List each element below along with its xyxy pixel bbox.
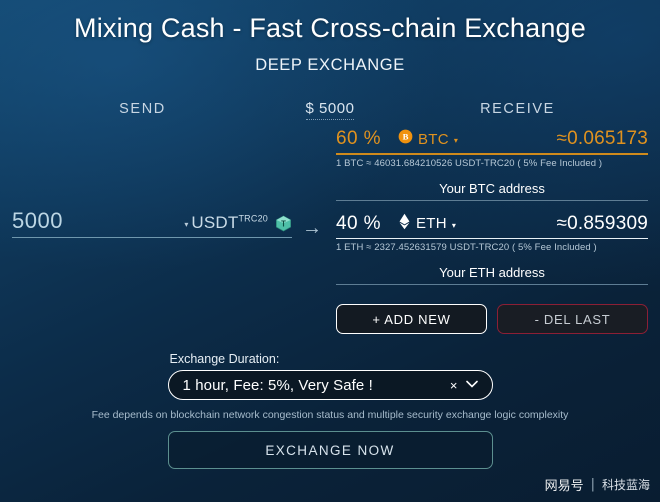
eth-approx-amount: ≈0.859309: [556, 212, 648, 234]
exchange-now-button[interactable]: EXCHANGE NOW: [167, 431, 493, 469]
eth-percent-underline: [336, 237, 398, 239]
watermark-channel: 科技蓝海: [601, 478, 650, 492]
exchange-duration-label: Exchange Duration:: [169, 352, 280, 366]
exchange-duration-section: Exchange Duration: 1 hour, Fee: 5%, Very…: [167, 352, 493, 400]
btc-rate-text: 1 BTC ≈ 46031.684210526 USDT-TRC20 ( 5% …: [336, 157, 603, 169]
receive-row-eth-main: 40 % ETH ▾ ≈0.859309: [336, 211, 648, 238]
column-headers: SEND $ 5000 RECEIVE: [0, 100, 660, 120]
btc-icon: B: [398, 129, 413, 149]
send-label: SEND: [119, 101, 166, 117]
eth-coin-name: ETH: [416, 215, 447, 232]
page-title: Mixing Cash - Fast Cross-chain Exchange: [74, 13, 586, 43]
exchange-body: 5000 ▾ USDTTRC20 T → 60 % B BTC ▾ ≈0.065…: [0, 124, 660, 334]
eth-amount-underline: [398, 237, 648, 239]
btc-amount-underline: [398, 153, 648, 155]
usd-amount-label: $ 5000: [305, 100, 355, 120]
eth-address-underline: [336, 284, 648, 285]
fee-note: Fee depends on blockchain network conges…: [91, 409, 569, 421]
btc-coin-selector[interactable]: B BTC ▾: [398, 129, 557, 149]
exchange-duration-select[interactable]: 1 hour, Fee: 5%, Very Safe ! ×: [167, 370, 493, 400]
chevron-down-icon: ▾: [451, 220, 456, 230]
eth-coin-selector[interactable]: ETH ▾: [398, 213, 557, 235]
receive-row-eth: 40 % ETH ▾ ≈0.859309 1 ETH ≈ 2327.452631…: [336, 211, 648, 285]
exchange-page: Mixing Cash - Fast Cross-chain Exchange …: [0, 0, 660, 502]
send-column-header: SEND: [0, 100, 285, 118]
eth-percent[interactable]: 40 %: [336, 213, 398, 235]
watermark-brand: 网易号: [544, 479, 584, 494]
btc-approx-amount: ≈0.065173: [556, 128, 648, 149]
receive-row-btc: 60 % B BTC ▾ ≈0.065173 1 BTC ≈ 46031.684…: [336, 126, 648, 201]
svg-text:T: T: [281, 219, 286, 228]
send-token-selector[interactable]: ▾ USDTTRC20 T: [184, 213, 292, 234]
svg-text:B: B: [403, 132, 409, 142]
send-token-network: TRC20: [238, 213, 268, 224]
btc-address-underline: [336, 199, 648, 201]
exchange-duration-value: 1 hour, Fee: 5%, Very Safe !: [182, 376, 373, 394]
btc-percent[interactable]: 60 %: [336, 128, 398, 150]
receive-column-header: RECEIVE: [375, 100, 660, 118]
usdt-token-icon: T: [275, 215, 292, 232]
send-amount-input[interactable]: 5000: [12, 208, 63, 234]
watermark: 网易号 | 科技蓝海: [545, 475, 650, 494]
send-input-field[interactable]: 5000 ▾ USDTTRC20 T: [12, 208, 292, 238]
del-last-button[interactable]: - DEL LAST: [497, 304, 648, 334]
page-subtitle: DEEP EXCHANGE: [255, 56, 405, 74]
send-panel: 5000 ▾ USDTTRC20 T: [0, 124, 300, 334]
row-action-buttons: + ADD NEW - DEL LAST: [336, 304, 648, 334]
btc-coin-name: BTC: [418, 130, 449, 148]
arrow-right-icon: →: [302, 217, 322, 239]
btc-address-input[interactable]: Your BTC address: [336, 181, 648, 200]
chevron-down-icon: ▾: [453, 136, 458, 145]
add-new-button[interactable]: + ADD NEW: [336, 304, 487, 334]
receive-panel: 60 % B BTC ▾ ≈0.065173 1 BTC ≈ 46031.684…: [336, 124, 660, 334]
eth-address-input[interactable]: Your ETH address: [336, 265, 648, 284]
chevron-down-icon: ▾: [184, 220, 189, 229]
clear-icon[interactable]: ×: [450, 378, 458, 393]
amount-column-header: $ 5000: [285, 100, 375, 120]
receive-label: RECEIVE: [480, 101, 555, 117]
eth-underlines: [336, 237, 648, 239]
direction-arrow: →: [300, 124, 336, 334]
receive-row-btc-main: 60 % B BTC ▾ ≈0.065173: [336, 126, 648, 153]
btc-underlines: [336, 153, 648, 155]
eth-icon: [398, 213, 411, 235]
watermark-separator: |: [590, 477, 595, 492]
eth-rate-text: 1 ETH ≈ 2327.452631579 USDT-TRC20 ( 5% F…: [336, 242, 597, 253]
btc-percent-underline: [336, 153, 398, 155]
send-token-name: USDTTRC20: [191, 213, 268, 232]
chevron-down-icon[interactable]: [465, 379, 478, 391]
